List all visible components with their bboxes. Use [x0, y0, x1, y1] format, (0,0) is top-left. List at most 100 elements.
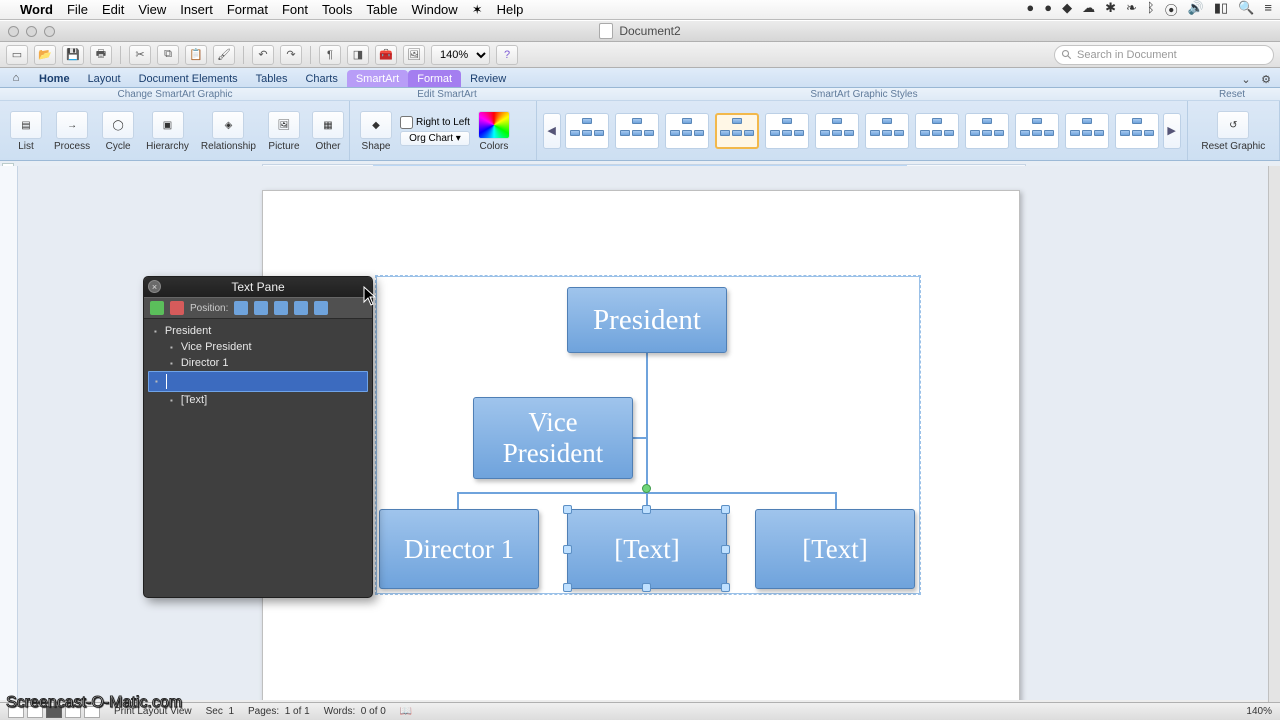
status-words[interactable]: Words: 0 of 0 [324, 706, 386, 717]
bluetooth-icon[interactable]: ᛒ [1147, 0, 1155, 19]
btn-orgchart[interactable]: Org Chart ▾ [400, 131, 470, 146]
status-icon[interactable]: ◆ [1062, 0, 1072, 19]
sel-handle[interactable] [721, 545, 730, 554]
text-pane[interactable]: × Text Pane Position: President Vice Pre… [143, 276, 373, 598]
style-thumb[interactable] [565, 113, 609, 149]
sidebar-button[interactable]: ◨ [347, 45, 369, 65]
style-thumb[interactable] [865, 113, 909, 149]
cut-button[interactable]: ✂ [129, 45, 151, 65]
node-vice-president[interactable]: Vice President [473, 397, 633, 479]
format-painter-button[interactable]: 🖌 [213, 45, 235, 65]
status-pages[interactable]: Pages: 1 of 1 [248, 706, 310, 717]
tab-layout[interactable]: Layout [79, 70, 130, 87]
spellcheck-icon[interactable]: 📖 [400, 706, 412, 717]
btn-cycle[interactable]: ◯Cycle [98, 109, 138, 152]
toolbox-button[interactable]: 🧰 [375, 45, 397, 65]
status-icon[interactable]: ● [1026, 0, 1034, 19]
node-placeholder-1[interactable]: [Text] [567, 509, 727, 589]
btn-colors[interactable]: Colors [474, 109, 514, 152]
spotlight-icon[interactable]: 🔍 [1238, 0, 1254, 19]
leaf-icon[interactable]: ❧ [1126, 0, 1137, 19]
menu-font[interactable]: Font [282, 2, 308, 17]
btn-relationship[interactable]: ◈Relationship [197, 109, 260, 152]
copy-button[interactable]: ⧉ [157, 45, 179, 65]
node-placeholder-2[interactable]: [Text] [755, 509, 915, 589]
sel-handle[interactable] [721, 583, 730, 592]
home-icon[interactable]: ⌂ [6, 69, 26, 87]
help-button[interactable]: ? [496, 45, 518, 65]
sel-handle[interactable] [563, 545, 572, 554]
vertical-ruler[interactable] [0, 166, 18, 700]
smartart-graphic[interactable]: President Vice President Director 1 [Tex… [376, 276, 920, 594]
style-thumb[interactable] [615, 113, 659, 149]
sel-handle[interactable] [563, 583, 572, 592]
rotate-handle[interactable] [642, 484, 651, 493]
btn-shape[interactable]: ◆Shape [356, 109, 396, 152]
chk-rtl[interactable]: Right to Left [400, 116, 470, 129]
undo-button[interactable]: ↶ [252, 45, 274, 65]
menu-table[interactable]: Table [366, 2, 397, 17]
btn-hierarchy[interactable]: ▣Hierarchy [142, 109, 193, 152]
tp-edit-input[interactable] [166, 374, 367, 389]
menu-help[interactable]: Help [497, 2, 524, 17]
menu-format[interactable]: Format [227, 2, 268, 17]
tp-remove-button[interactable] [170, 301, 184, 315]
paste-button[interactable]: 📋 [185, 45, 207, 65]
tp-pos-btn[interactable] [274, 301, 288, 315]
text-pane-close[interactable]: × [148, 280, 161, 293]
status-zoom[interactable]: 140% [1246, 706, 1272, 717]
status-icon[interactable]: ● [1044, 0, 1052, 19]
tab-format[interactable]: Format [408, 70, 461, 87]
style-thumb[interactable] [915, 113, 959, 149]
dropbox-icon[interactable]: ✱ [1105, 0, 1116, 19]
menu-edit[interactable]: Edit [102, 2, 124, 17]
style-thumb[interactable] [665, 113, 709, 149]
tab-smartart[interactable]: SmartArt [347, 70, 408, 87]
new-doc-button[interactable]: ▭ [6, 45, 28, 65]
tab-review[interactable]: Review [461, 70, 515, 87]
tp-row-director1[interactable]: Director 1 [160, 355, 372, 371]
ribbon-collapse-button[interactable]: ⌄ [1238, 71, 1254, 87]
volume-icon[interactable]: 🔊 [1188, 0, 1204, 19]
style-thumb[interactable] [1065, 113, 1109, 149]
open-button[interactable]: 📂 [34, 45, 56, 65]
tp-pos-btn[interactable] [254, 301, 268, 315]
tab-home[interactable]: Home [30, 70, 79, 87]
app-name[interactable]: Word [20, 2, 53, 17]
vertical-scrollbar[interactable] [1268, 166, 1280, 702]
menu-view[interactable]: View [138, 2, 166, 17]
notification-center-icon[interactable]: ≡ [1264, 0, 1272, 19]
tp-pos-btn[interactable] [314, 301, 328, 315]
btn-picture[interactable]: 🖼Picture [264, 109, 304, 152]
script-menu-icon[interactable]: ✶ [472, 2, 483, 18]
show-button[interactable]: ¶ [319, 45, 341, 65]
style-thumb[interactable] [1015, 113, 1059, 149]
node-director-1[interactable]: Director 1 [379, 509, 539, 589]
tab-doc-elem[interactable]: Document Elements [130, 70, 247, 87]
tab-tables[interactable]: Tables [247, 70, 297, 87]
sel-handle[interactable] [642, 505, 651, 514]
node-president[interactable]: President [567, 287, 727, 353]
sel-handle[interactable] [563, 505, 572, 514]
style-thumb[interactable] [1115, 113, 1159, 149]
text-pane-titlebar[interactable]: × Text Pane [144, 277, 372, 297]
wifi-icon[interactable]: ⦿ [1165, 0, 1178, 19]
tp-row-president[interactable]: President [144, 323, 372, 339]
sel-handle[interactable] [642, 583, 651, 592]
tp-pos-btn[interactable] [294, 301, 308, 315]
style-thumb-selected[interactable] [715, 113, 759, 149]
btn-reset-graphic[interactable]: ↺Reset Graphic [1197, 109, 1269, 152]
status-icon[interactable]: ☁ [1082, 0, 1095, 19]
tp-row-editing[interactable] [148, 371, 368, 392]
ribbon-settings-button[interactable]: ⚙ [1258, 71, 1274, 87]
menu-window[interactable]: Window [411, 2, 457, 17]
style-thumb[interactable] [815, 113, 859, 149]
menu-file[interactable]: File [67, 2, 88, 17]
document-search[interactable]: Search in Document [1054, 45, 1274, 65]
tp-add-button[interactable] [150, 301, 164, 315]
media-button[interactable]: 🖼 [403, 45, 425, 65]
zoom-select[interactable]: 140% [431, 45, 490, 65]
style-thumb[interactable] [765, 113, 809, 149]
btn-process[interactable]: →Process [50, 109, 94, 152]
tab-charts[interactable]: Charts [296, 70, 346, 87]
